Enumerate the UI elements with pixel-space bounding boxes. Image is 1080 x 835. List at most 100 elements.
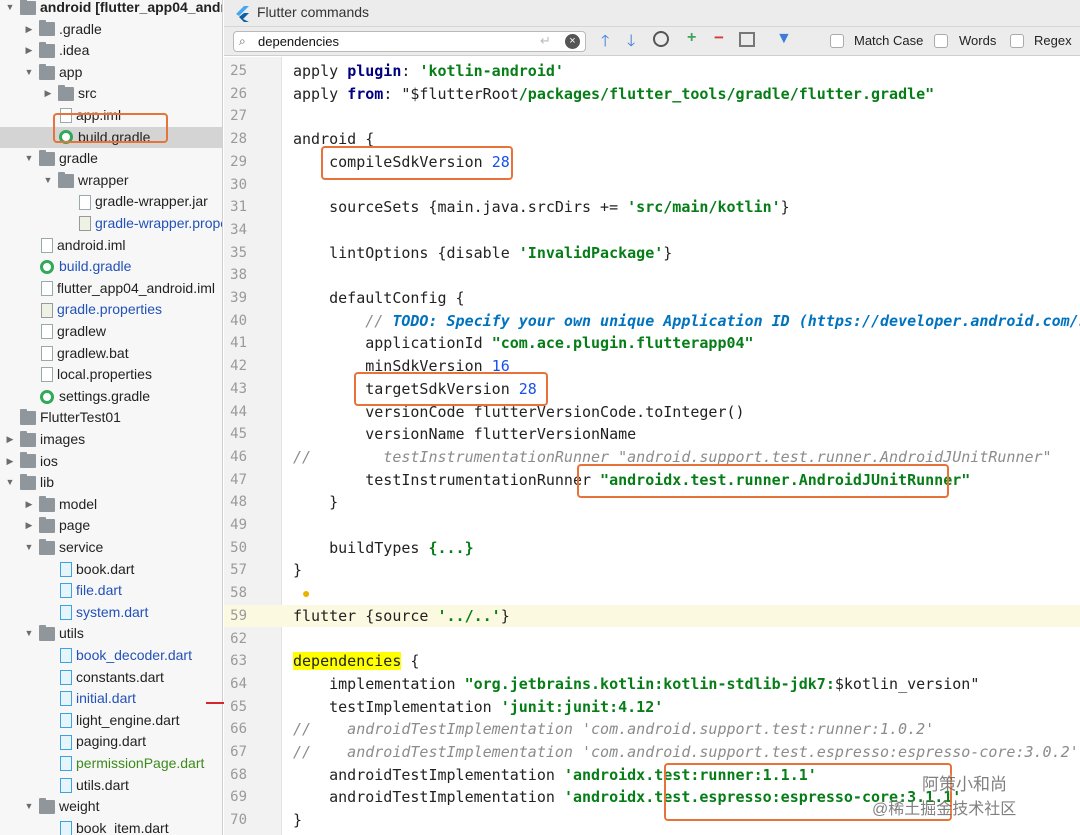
code-token: : "$flutterRoot — [383, 84, 519, 103]
code-token: defaultConfig { — [293, 289, 465, 307]
code-token: compileSdkVersion — [293, 152, 492, 171]
regex-checkbox[interactable] — [1010, 34, 1024, 48]
tree-item[interactable]: FlutterTest01 — [0, 407, 222, 429]
tree-item[interactable]: constants.dart — [0, 667, 222, 689]
tree-item-label: .gradle — [59, 20, 102, 37]
tree-item[interactable]: ▼ wrapper — [0, 170, 222, 192]
tree-item[interactable]: ▶ model — [0, 494, 222, 516]
tree-item[interactable]: utils.dart — [0, 775, 222, 797]
tree-item[interactable]: ▼ service — [0, 537, 222, 559]
tree-item[interactable]: ▼ gradle — [0, 148, 222, 170]
line-number: 43 — [230, 380, 247, 397]
code-token: testInstrumentationRunner — [293, 470, 601, 489]
collapsed-arrow-icon[interactable]: ▶ — [23, 45, 35, 57]
tree-item[interactable]: gradle.properties — [0, 299, 222, 321]
add-occurrence-icon[interactable]: + — [687, 29, 696, 47]
tree-item[interactable]: settings.gradle — [0, 386, 222, 408]
tree-item[interactable]: ▶ images — [0, 429, 222, 451]
collapsed-arrow-icon[interactable]: ▶ — [4, 434, 16, 446]
code-text: flutter {source '../..'} — [293, 605, 510, 628]
tree-item[interactable]: gradlew — [0, 321, 222, 343]
tree-item-label: service — [59, 539, 104, 555]
line-number: 35 — [230, 244, 247, 261]
search-field[interactable]: ⌕ ↵ × — [233, 31, 586, 52]
tree-item[interactable]: paging.dart — [0, 731, 222, 753]
lightbulb-icon[interactable]: ● — [302, 585, 310, 601]
collapsed-arrow-icon[interactable]: ▶ — [23, 23, 35, 35]
expanded-arrow-icon[interactable]: ▼ — [23, 153, 35, 165]
expanded-arrow-icon[interactable]: ▼ — [23, 67, 35, 79]
tree-item[interactable]: ▼ weight — [0, 796, 222, 818]
tree-item[interactable]: ▼ lib — [0, 472, 222, 494]
tree-item[interactable]: ▶ src — [0, 83, 222, 105]
expanded-arrow-icon[interactable]: ▼ — [23, 628, 35, 640]
tree-item[interactable]: ▼ utils — [0, 623, 222, 645]
tree-item[interactable]: flutter_app04_android.iml — [0, 278, 222, 300]
tree-item[interactable]: build.gradle — [0, 256, 222, 278]
tree-item[interactable]: gradlew.bat — [0, 343, 222, 365]
line-number: 42 — [230, 358, 247, 375]
tree-item[interactable]: book_item.dart — [0, 818, 222, 835]
tree-item[interactable]: initial.dart — [0, 688, 222, 710]
collapsed-arrow-icon[interactable]: ▶ — [23, 520, 35, 532]
tree-item-label: permissionPage.dart — [76, 755, 205, 771]
tree-item[interactable]: ▼ app — [0, 62, 222, 84]
tree-item[interactable]: gradle-wrapper.properties — [0, 213, 222, 235]
expanded-arrow-icon[interactable]: ▼ — [23, 542, 35, 554]
code-text: versionName flutterVersionName — [293, 423, 636, 446]
tree-item-label: android.iml — [57, 236, 126, 253]
expanded-arrow-icon[interactable]: ▼ — [42, 175, 54, 187]
tree-item[interactable]: system.dart — [0, 602, 222, 624]
code-editor[interactable]: 25 apply plugin: 'kotlin-android' 26 apply … — [224, 57, 1080, 835]
find-all-icon[interactable] — [653, 31, 669, 47]
collapsed-arrow-icon[interactable]: ▶ — [23, 499, 35, 511]
code-line: 65 testImplementation 'junit:junit:4.12' — [224, 696, 1080, 719]
clear-search-icon[interactable]: × — [565, 34, 580, 49]
tree-item[interactable]: ▶ .gradle — [0, 19, 222, 41]
filter-icon[interactable]: ▼ — [776, 30, 792, 48]
remove-occurrence-icon[interactable]: − — [714, 28, 724, 48]
collapsed-arrow-icon[interactable]: ▶ — [4, 455, 16, 467]
dart-file-icon — [60, 691, 72, 707]
tree-item-label: images — [40, 431, 86, 447]
tree-item[interactable]: ▼ android [flutter_app04_android] — [0, 0, 222, 19]
tree-item[interactable]: book.dart — [0, 559, 222, 581]
code-line: 40 // TODO: Specify your own unique Appl… — [224, 310, 1080, 333]
collapsed-arrow-icon[interactable]: ▶ — [42, 88, 54, 100]
next-occurrence-icon[interactable]: 🡓 — [627, 30, 635, 57]
match-case-checkbox[interactable] — [830, 34, 844, 48]
tree-item[interactable]: file.dart — [0, 580, 222, 602]
code-token: versionName flutterVersionName — [293, 425, 637, 444]
tree-item[interactable]: ▶ ios — [0, 451, 222, 473]
tree-item[interactable]: ▶ .idea — [0, 40, 222, 62]
code-token: apply — [293, 62, 348, 80]
code-token: 'src/main/kotlin' — [627, 198, 781, 217]
expanded-arrow-icon[interactable]: ▼ — [4, 477, 16, 489]
select-all-occurrences-icon[interactable] — [739, 32, 755, 47]
tree-item[interactable]: permissionPage.dart — [0, 753, 222, 775]
tree-item[interactable]: build.gradle — [0, 126, 222, 149]
folder-icon — [39, 41, 55, 58]
tree-item[interactable]: ▶ page — [0, 515, 222, 537]
expanded-arrow-icon[interactable]: ▼ — [23, 801, 35, 813]
tree-item-label: book_decoder.dart — [76, 647, 192, 663]
search-input[interactable] — [258, 33, 538, 50]
tree-item[interactable]: android.iml — [0, 235, 222, 257]
code-line: 26 apply from: "$flutterRoot/packages/flu… — [224, 83, 1080, 106]
code-text: minSdkVersion 16 — [293, 355, 510, 378]
tree-item[interactable]: light_engine.dart — [0, 710, 222, 732]
tree-item[interactable]: local.properties — [0, 364, 222, 386]
code-line: 31 sourceSets {main.java.srcDirs += 'src… — [224, 196, 1080, 219]
code-line: 25 apply plugin: 'kotlin-android' — [224, 60, 1080, 83]
words-checkbox[interactable] — [934, 34, 948, 48]
tree-item[interactable]: book_decoder.dart — [0, 645, 222, 667]
line-number: 64 — [230, 675, 247, 692]
previous-occurrence-icon[interactable]: 🡑 — [601, 30, 609, 57]
tree-item[interactable]: app.iml — [0, 105, 222, 127]
expanded-arrow-icon[interactable]: ▼ — [4, 2, 16, 14]
tree-item[interactable]: gradle-wrapper.jar — [0, 191, 222, 213]
file-icon — [41, 324, 53, 340]
code-token: // androidTestImplementation 'com.androi… — [293, 743, 1079, 761]
